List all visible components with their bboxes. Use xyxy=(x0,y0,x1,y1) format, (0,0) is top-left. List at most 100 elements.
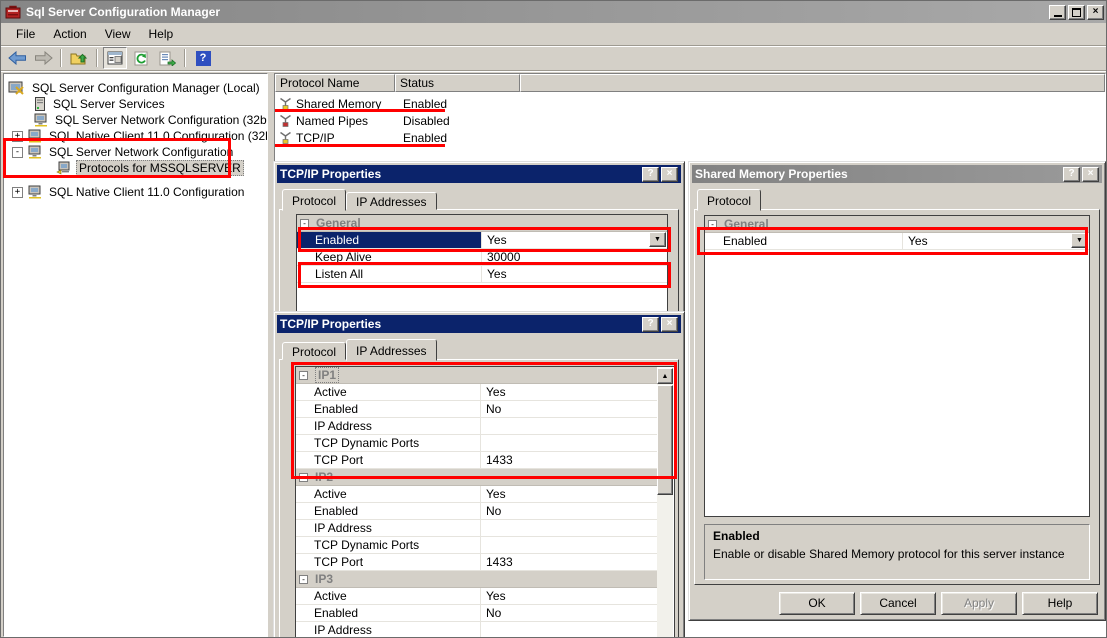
protocol-name: Named Pipes xyxy=(296,113,369,128)
menu-file[interactable]: File xyxy=(7,24,44,44)
export-list-icon xyxy=(159,51,176,66)
dialog-shared-memory: Shared Memory Properties ? × Protocol - … xyxy=(688,161,1106,621)
property-row[interactable]: Enabled No xyxy=(296,605,657,622)
dialog-titlebar[interactable]: TCP/IP Properties ? × xyxy=(277,165,681,183)
tree-item-native-client-32[interactable]: + SQL Native Client 11.0 Configuration (… xyxy=(12,128,267,144)
apply-button[interactable]: Apply xyxy=(941,592,1017,615)
property-group-ip2[interactable]: - IP2 xyxy=(296,469,657,486)
property-row-listen-all[interactable]: Listen All Yes xyxy=(297,266,667,283)
vertical-scrollbar[interactable]: ▲ xyxy=(657,368,673,637)
description-text: Enable or disable Shared Memory protocol… xyxy=(713,547,1065,561)
ok-button[interactable]: OK xyxy=(779,592,855,615)
property-row[interactable]: Active Yes xyxy=(296,588,657,605)
dialog-title: TCP/IP Properties xyxy=(280,167,382,181)
description-title: Enabled xyxy=(713,529,760,543)
window-titlebar[interactable]: Sql Server Configuration Manager × xyxy=(1,1,1106,23)
property-description: Enabled Enable or disable Shared Memory … xyxy=(704,524,1090,580)
menu-view[interactable]: View xyxy=(96,24,140,44)
property-row-enabled[interactable]: Enabled Yes ▼ xyxy=(705,233,1089,250)
dialog-close-button[interactable]: × xyxy=(661,166,678,182)
property-row[interactable]: TCP Port 1433 xyxy=(296,452,657,469)
dropdown-button[interactable]: ▼ xyxy=(1071,233,1088,248)
tab-protocol[interactable]: Protocol xyxy=(282,189,347,211)
property-row[interactable]: TCP Dynamic Ports xyxy=(296,537,657,554)
collapse-icon[interactable]: - xyxy=(300,218,309,228)
dialog-title: Shared Memory Properties xyxy=(695,167,848,181)
list-row-shared-memory[interactable]: Shared Memory Enabled xyxy=(276,95,776,112)
collapse-icon[interactable]: - xyxy=(12,146,23,158)
help-button[interactable]: ? xyxy=(191,47,215,69)
property-row[interactable]: IP Address xyxy=(296,418,657,435)
property-group-ip3[interactable]: - IP3 xyxy=(296,571,657,588)
tab-ip-addresses[interactable]: IP Addresses xyxy=(346,339,437,361)
help-button[interactable]: Help xyxy=(1022,592,1098,615)
menu-action[interactable]: Action xyxy=(44,24,95,44)
property-group-general[interactable]: - General xyxy=(297,215,667,232)
collapse-icon[interactable]: - xyxy=(708,219,717,229)
dialog-help-button[interactable]: ? xyxy=(642,316,659,332)
app-icon xyxy=(5,5,21,19)
close-button[interactable]: × xyxy=(1087,4,1104,20)
help-icon: ? xyxy=(1068,168,1075,179)
collapse-icon[interactable]: - xyxy=(299,370,308,380)
dialog-titlebar[interactable]: TCP/IP Properties ? × xyxy=(277,315,681,333)
property-row-enabled[interactable]: Enabled Yes ▼ xyxy=(297,232,667,249)
network-computer-icon xyxy=(28,145,41,159)
dialog-titlebar[interactable]: Shared Memory Properties ? × xyxy=(692,165,1102,183)
export-list-button[interactable] xyxy=(155,47,179,69)
expand-icon[interactable]: + xyxy=(12,130,23,142)
property-group-ip1[interactable]: - IP1 xyxy=(296,367,657,384)
refresh-button[interactable] xyxy=(129,47,153,69)
collapse-icon[interactable]: - xyxy=(299,472,308,482)
tree-item-native-client[interactable]: + SQL Native Client 11.0 Configuration xyxy=(12,184,246,200)
tab-protocol[interactable]: Protocol xyxy=(282,342,347,360)
cancel-button[interactable]: Cancel xyxy=(860,592,936,615)
up-one-level-button[interactable] xyxy=(67,47,91,69)
list-row-tcpip[interactable]: TCP/IP Enabled xyxy=(276,129,776,146)
protocol-status: Enabled xyxy=(403,96,448,111)
protocol-status: Enabled xyxy=(403,130,448,145)
network-computer-icon xyxy=(28,185,41,199)
show-console-tree-button[interactable] xyxy=(103,47,127,69)
property-row[interactable]: IP Address xyxy=(296,520,657,537)
dialog-close-button[interactable]: × xyxy=(1082,166,1099,182)
property-row[interactable]: TCP Dynamic Ports xyxy=(296,435,657,452)
back-button[interactable] xyxy=(5,47,29,69)
dialog-close-button[interactable]: × xyxy=(661,316,678,332)
app-window: Sql Server Configuration Manager × File … xyxy=(0,0,1107,638)
minimize-button[interactable] xyxy=(1049,4,1066,20)
dialog-help-button[interactable]: ? xyxy=(1063,166,1080,182)
console-tree-icon xyxy=(107,51,123,65)
dialog-title: TCP/IP Properties xyxy=(280,317,382,331)
column-header-status[interactable]: Status xyxy=(395,74,520,92)
tree-item-services[interactable]: SQL Server Services xyxy=(34,96,167,112)
tree-item-network-config-32[interactable]: SQL Server Network Configuration (32bit) xyxy=(34,112,267,128)
property-row[interactable]: Enabled No xyxy=(296,503,657,520)
tab-protocol[interactable]: Protocol xyxy=(697,189,762,211)
dialog-help-button[interactable]: ? xyxy=(642,166,659,182)
tab-ip-addresses[interactable]: IP Addresses xyxy=(346,192,437,210)
close-icon: × xyxy=(1092,6,1099,17)
expand-icon[interactable]: + xyxy=(12,186,23,198)
toolbar-separator xyxy=(60,49,62,67)
property-row[interactable]: Active Yes xyxy=(296,486,657,503)
property-row[interactable]: IP Address xyxy=(296,622,657,637)
list-row-named-pipes[interactable]: Named Pipes Disabled xyxy=(276,112,776,129)
tree-item-root[interactable]: SQL Server Configuration Manager (Local) xyxy=(8,80,262,96)
tree-item-network-config[interactable]: - SQL Server Network Configuration xyxy=(12,144,235,160)
scroll-up-button[interactable]: ▲ xyxy=(657,368,673,384)
menu-help[interactable]: Help xyxy=(140,24,183,44)
property-row[interactable]: Active Yes xyxy=(296,384,657,401)
column-header-protocol-name[interactable]: Protocol Name xyxy=(275,74,395,92)
dropdown-button[interactable]: ▼ xyxy=(649,232,666,247)
collapse-icon[interactable]: - xyxy=(299,574,308,584)
forward-button[interactable] xyxy=(31,47,55,69)
property-row-keep-alive[interactable]: Keep Alive 30000 xyxy=(297,249,667,266)
tree-item-protocols-mssqlserver[interactable]: Protocols for MSSQLSERVER xyxy=(56,160,244,176)
property-row[interactable]: TCP Port 1433 xyxy=(296,554,657,571)
protocol-icon xyxy=(280,114,291,127)
property-group-general[interactable]: - General xyxy=(705,216,1089,233)
maximize-button[interactable] xyxy=(1068,4,1085,20)
property-row[interactable]: Enabled No xyxy=(296,401,657,418)
scrollbar-thumb[interactable] xyxy=(657,385,673,495)
